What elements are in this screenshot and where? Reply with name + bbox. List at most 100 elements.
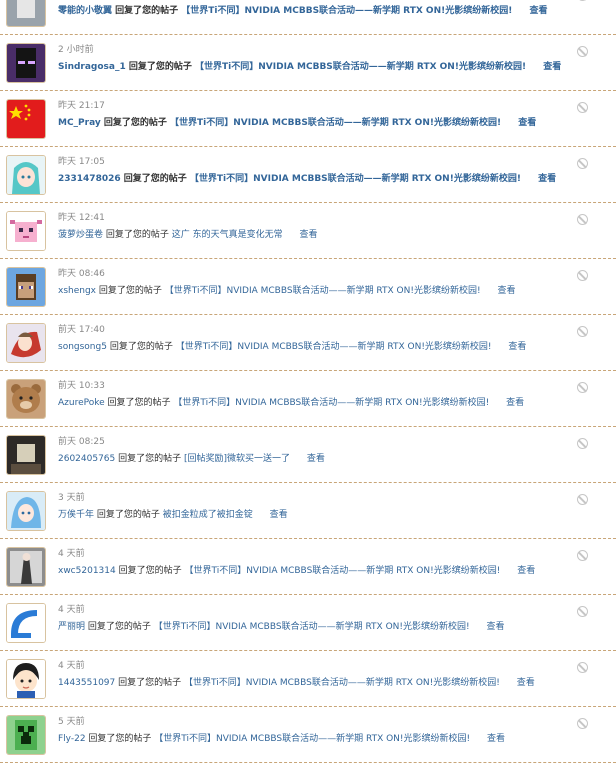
thread-link[interactable]: 【世界Ti不同】NVIDIA MCBBS联合活动——新学期 RTX ON!光影缤…: [173, 398, 489, 408]
user-link[interactable]: 2602405765: [58, 454, 115, 464]
pixel-axolotl-avatar[interactable]: [6, 211, 46, 251]
delete-icon[interactable]: [577, 326, 588, 337]
user-link[interactable]: 零能的小敬翼: [58, 6, 112, 16]
view-link[interactable]: 查看: [508, 342, 526, 352]
delete-icon[interactable]: [577, 662, 588, 673]
view-link[interactable]: 查看: [270, 510, 288, 520]
thread-link[interactable]: 【世界Ti不同】NVIDIA MCBBS联合活动——新学期 RTX ON!光影缤…: [176, 342, 492, 352]
user-link[interactable]: MC_Pray: [58, 118, 101, 128]
reply-verb: 回复了您的帖子: [107, 398, 174, 408]
bear-avatar[interactable]: [6, 379, 46, 419]
user-link[interactable]: 严丽明: [58, 622, 85, 632]
flag-avatar-image: [7, 100, 45, 138]
notification-message: Sindragosa_1 回复了您的帖子 【世界Ti不同】NVIDIA MCBB…: [58, 61, 576, 74]
user-link[interactable]: 2331478026: [58, 174, 121, 184]
notification-item: 零能的小敬翼 回复了您的帖子 【世界Ti不同】NVIDIA MCBBS联合活动—…: [0, 0, 616, 35]
delete-icon[interactable]: [577, 382, 588, 393]
notification-item: 2 小时前 Sindragosa_1 回复了您的帖子 【世界Ti不同】NVIDI…: [0, 35, 616, 91]
thread-link[interactable]: [回帖奖励]微软买一送一了: [184, 454, 290, 464]
thread-link[interactable]: 【世界Ti不同】NVIDIA MCBBS联合活动——新学期 RTX ON!光影缤…: [195, 62, 526, 72]
view-link[interactable]: 查看: [543, 62, 561, 72]
notification-time: 4 天前: [58, 605, 85, 615]
notification-item: 4 天前 xwc5201314 回复了您的帖子 【世界Ti不同】NVIDIA M…: [0, 539, 616, 595]
notification-time: 前天 17:40: [58, 325, 105, 335]
view-link[interactable]: 查看: [518, 118, 536, 128]
view-link[interactable]: 查看: [307, 454, 325, 464]
dark-avatar-image: [7, 0, 45, 26]
reply-verb: 回复了您的帖子: [103, 118, 171, 128]
anime-warrior-avatar-image: [7, 324, 45, 362]
view-link[interactable]: 查看: [486, 622, 504, 632]
delete-icon[interactable]: [577, 270, 588, 281]
delete-icon[interactable]: [577, 438, 588, 449]
notification-item: 4 天前 严丽明 回复了您的帖子 【世界Ti不同】NVIDIA MCBBS联合活…: [0, 595, 616, 651]
notification-message: 2331478026 回复了您的帖子 【世界Ti不同】NVIDIA MCBBS联…: [58, 173, 576, 186]
view-link[interactable]: 查看: [517, 678, 535, 688]
character-avatar[interactable]: [6, 547, 46, 587]
user-link[interactable]: 万俟千年: [58, 510, 94, 520]
user-link[interactable]: 菠萝炒蛋卷: [58, 230, 103, 240]
user-link[interactable]: AzurePoke: [58, 398, 105, 408]
notification-item: 昨天 21:17 MC_Pray 回复了您的帖子 【世界Ti不同】NVIDIA …: [0, 91, 616, 147]
delete-icon[interactable]: [577, 718, 588, 729]
thread-link[interactable]: 这广 东的天气真是变化无常: [172, 230, 283, 240]
enderman-avatar-image: [7, 44, 45, 82]
notification-message: 2602405765 回复了您的帖子 [回帖奖励]微软买一送一了 查看: [58, 453, 576, 466]
notification-time: 前天 08:25: [58, 437, 105, 447]
view-link[interactable]: 查看: [517, 566, 535, 576]
user-link[interactable]: xwc5201314: [58, 566, 116, 576]
delete-icon[interactable]: [577, 158, 588, 169]
dark-avatar[interactable]: [6, 0, 46, 27]
notification-item: 3 天前 万俟千年 回复了您的帖子 被扣金粒成了被扣金锭 查看: [0, 483, 616, 539]
notification-time: 昨天 08:46: [58, 269, 105, 279]
notification-message: MC_Pray 回复了您的帖子 【世界Ti不同】NVIDIA MCBBS联合活动…: [58, 117, 576, 130]
thread-link[interactable]: 【世界Ti不同】NVIDIA MCBBS联合活动——新学期 RTX ON!光影缤…: [184, 566, 500, 576]
view-link[interactable]: 查看: [300, 230, 318, 240]
delete-icon[interactable]: [577, 494, 588, 505]
delete-icon[interactable]: [577, 606, 588, 617]
creeper-avatar[interactable]: [6, 715, 46, 755]
view-link[interactable]: 查看: [497, 286, 515, 296]
anime-warrior-avatar[interactable]: [6, 323, 46, 363]
steve-avatar[interactable]: [6, 267, 46, 307]
reply-verb: 回复了您的帖子: [115, 6, 182, 16]
notification-time: 前天 10:33: [58, 381, 105, 391]
anime-girl-avatar[interactable]: [6, 155, 46, 195]
view-link[interactable]: 查看: [538, 174, 556, 184]
view-link[interactable]: 查看: [529, 6, 547, 16]
blue-hair-avatar[interactable]: [6, 491, 46, 531]
thread-link[interactable]: 被扣金粒成了被扣金锭: [163, 510, 253, 520]
notification-feed: 零能的小敬翼 回复了您的帖子 【世界Ti不同】NVIDIA MCBBS联合活动—…: [0, 0, 616, 763]
user-link[interactable]: Sindragosa_1: [58, 62, 126, 72]
user-link[interactable]: xshengx: [58, 286, 96, 296]
blue-arc-avatar[interactable]: [6, 603, 46, 643]
notification-message: xshengx 回复了您的帖子 【世界Ti不同】NVIDIA MCBBS联合活动…: [58, 285, 576, 298]
notification-message: 菠萝炒蛋卷 回复了您的帖子 这广 东的天气真是变化无常 查看: [58, 229, 576, 242]
cartoon-boy-avatar[interactable]: [6, 659, 46, 699]
thread-link[interactable]: 【世界Ti不同】NVIDIA MCBBS联合活动——新学期 RTX ON!光影缤…: [190, 174, 521, 184]
notification-item: 昨天 17:05 2331478026 回复了您的帖子 【世界Ti不同】NVID…: [0, 147, 616, 203]
reply-verb: 回复了您的帖子: [109, 342, 176, 352]
flag-avatar[interactable]: [6, 99, 46, 139]
notification-time: 昨天 12:41: [58, 213, 105, 223]
user-link[interactable]: 1443551097: [58, 678, 115, 688]
notification-item: 前天 17:40 songsong5 回复了您的帖子 【世界Ti不同】NVIDI…: [0, 315, 616, 371]
view-link[interactable]: 查看: [506, 398, 524, 408]
delete-icon[interactable]: [577, 46, 588, 57]
delete-icon[interactable]: [577, 214, 588, 225]
notification-item: 昨天 08:46 xshengx 回复了您的帖子 【世界Ti不同】NVIDIA …: [0, 259, 616, 315]
notification-message: Fly-22 回复了您的帖子 【世界Ti不同】NVIDIA MCBBS联合活动—…: [58, 733, 576, 746]
delete-icon[interactable]: [577, 550, 588, 561]
thread-link[interactable]: 【世界Ti不同】NVIDIA MCBBS联合活动——新学期 RTX ON!光影缤…: [181, 6, 512, 16]
delete-icon[interactable]: [577, 0, 588, 1]
dark-room-avatar[interactable]: [6, 435, 46, 475]
enderman-avatar[interactable]: [6, 43, 46, 83]
thread-link[interactable]: 【世界Ti不同】NVIDIA MCBBS联合活动——新学期 RTX ON!光影缤…: [170, 118, 501, 128]
notification-message: 零能的小敬翼 回复了您的帖子 【世界Ti不同】NVIDIA MCBBS联合活动—…: [58, 5, 576, 18]
user-link[interactable]: songsong5: [58, 342, 107, 352]
thread-link[interactable]: 【世界Ti不同】NVIDIA MCBBS联合活动——新学期 RTX ON!光影缤…: [154, 622, 470, 632]
delete-icon[interactable]: [577, 102, 588, 113]
thread-link[interactable]: 【世界Ti不同】NVIDIA MCBBS联合活动——新学期 RTX ON!光影缤…: [165, 286, 481, 296]
thread-link[interactable]: 【世界Ti不同】NVIDIA MCBBS联合活动——新学期 RTX ON!光影缤…: [184, 678, 500, 688]
notification-item: 5 天前 Fly-22 回复了您的帖子 【世界Ti不同】NVIDIA MCBBS…: [0, 707, 616, 763]
